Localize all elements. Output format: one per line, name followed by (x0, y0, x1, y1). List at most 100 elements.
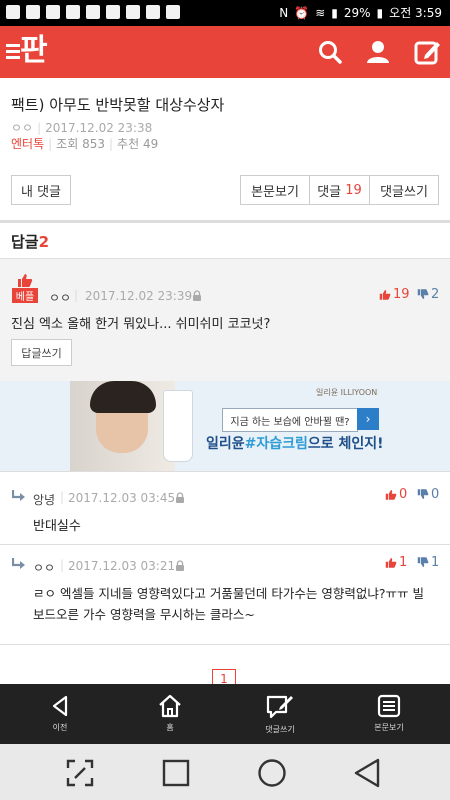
back-icon (52, 695, 68, 717)
upvote-button[interactable]: 1 (385, 555, 407, 570)
comments-label: 댓글 (317, 184, 342, 200)
youtube-icon (146, 5, 160, 19)
comment-text-line: 보드오른 가수 영향력을 무시하는 클라스~ (33, 607, 255, 622)
downvote-button[interactable]: 0 (417, 487, 439, 502)
comment-write-icon (266, 695, 293, 719)
ad-model-hair (90, 381, 156, 413)
ad-brand: 일리윤 ILLIYOON (316, 388, 378, 397)
replies-heading: 답글2 (11, 231, 49, 252)
divider (0, 220, 450, 223)
youtube-icon (126, 5, 140, 19)
view-article-button[interactable]: 본문보기 (240, 175, 309, 205)
battery-icon: ▮ (376, 5, 384, 20)
lock-icon (176, 560, 184, 571)
back-triangle-icon[interactable] (353, 758, 381, 788)
app-header: 판 (0, 26, 450, 78)
divider (0, 471, 450, 472)
separator: | (74, 288, 79, 302)
profile-icon[interactable] (364, 38, 392, 66)
separator: | (60, 558, 65, 572)
signal-icon: ▮ (331, 5, 338, 20)
system-nav-bar (0, 744, 450, 800)
status-bar: N ⏰ ≋ ▮ 29% ▮ 오전 3:59 (0, 0, 450, 26)
nav-article-label: 본문보기 (374, 723, 404, 732)
upvote-count: 19 (393, 287, 410, 302)
comments-button[interactable]: 댓글 19 (309, 175, 369, 205)
nav-home-label: 홈 (166, 723, 174, 732)
reply-arrow-icon (12, 558, 25, 569)
ad-slogan-pre: 일리윤 (206, 436, 245, 452)
chevron-right-icon: › (357, 408, 379, 430)
reply-arrow-icon (12, 490, 25, 501)
replies-label: 답글 (11, 233, 39, 251)
lock-icon (193, 290, 201, 301)
likes-label: 추천 (117, 137, 140, 151)
download-icon (86, 5, 100, 19)
ad-slogan: 일리윤#자습크림으로 체인지! (206, 433, 384, 453)
article-title: 팩트) 아무도 반박못할 대상수상자 (11, 96, 225, 114)
ad-product-tube (163, 390, 193, 462)
separator: | (60, 490, 65, 504)
nav-write-comment[interactable]: 댓글쓰기 (240, 684, 320, 744)
youtube-icon (106, 5, 120, 19)
recents-icon[interactable] (162, 759, 190, 787)
lock-icon (176, 492, 184, 503)
ad-slogan-post: 으로 체인지! (307, 436, 384, 452)
comment-date: 2017.12.03 03:45 (68, 491, 176, 505)
nav-back-label: 이전 (52, 723, 68, 732)
clock: 오전 3:59 (389, 6, 442, 20)
notification-icon (26, 5, 40, 19)
search-icon[interactable] (316, 38, 344, 66)
divider (0, 544, 450, 545)
home-circle-icon[interactable] (257, 758, 287, 788)
reply-button[interactable]: 답글쓰기 (11, 339, 72, 366)
thumbs-down-icon (417, 557, 429, 567)
bottom-nav: 이전 홈 댓글쓰기 본문보기 (0, 684, 450, 744)
screenshot-icon[interactable] (66, 759, 94, 787)
menu-logo[interactable]: 판 (6, 34, 48, 68)
article-author-row: ㅇㅇ | 2017.12.02 23:38 (11, 121, 153, 135)
ad-bubble-text: 지금 하는 보습에 안바뀔 땐? (222, 408, 358, 432)
downvote-button[interactable]: 2 (417, 287, 439, 302)
comment-date: 2017.12.03 03:21 (68, 559, 176, 573)
best-badge: 베플 (12, 288, 38, 303)
write-comment-button[interactable]: 댓글쓰기 (369, 175, 439, 205)
upvote-count: 1 (399, 555, 408, 570)
nav-write-label: 댓글쓰기 (265, 725, 295, 734)
comment-text: 진심 엑소 올해 한거 뭐있나... 쉬미쉬미 코코넛? (11, 317, 271, 332)
menu-icon-line (6, 50, 20, 53)
ad-banner[interactable]: 일리윤 ILLIYOON 지금 하는 보습에 안바뀔 땐? › 일리윤#자습크림… (0, 381, 450, 471)
comment-text-line: ㄹㅇ 엑셀들 지네들 영향력있다고 거품물던데 타가수는 영향력없냐?ㅠㅠ 빌 (33, 586, 424, 601)
downvote-count: 0 (431, 487, 440, 502)
article-icon (377, 694, 401, 718)
instagram-icon (66, 5, 80, 19)
downvote-count: 1 (431, 555, 440, 570)
my-comments-button[interactable]: 내 댓글 (11, 175, 71, 205)
thumbs-up-icon (385, 490, 397, 500)
menu-icon-line (6, 44, 20, 47)
notification-icon (6, 5, 20, 19)
nav-back[interactable]: 이전 (20, 684, 100, 744)
home-icon (159, 694, 181, 718)
status-right: N ⏰ ≋ ▮ 29% ▮ 오전 3:59 (279, 4, 442, 21)
alarm-icon: ⏰ (294, 5, 310, 20)
article-button-group: 본문보기 댓글 19 댓글쓰기 (240, 175, 439, 205)
thumbs-up-icon (18, 274, 33, 287)
nav-home[interactable]: 홈 (130, 684, 210, 744)
comment-author: ㅇㅇ (49, 291, 72, 305)
thumbs-up-icon (385, 558, 397, 568)
upvote-button[interactable]: 0 (385, 487, 407, 502)
thumbs-down-icon (417, 489, 429, 499)
article-stats-row: 엔터톡 | 조회 853 | 추천 49 (11, 137, 159, 151)
comments-count: 19 (345, 182, 362, 198)
downvote-button[interactable]: 1 (417, 555, 439, 570)
upvote-button[interactable]: 19 (379, 287, 410, 302)
upvote-count: 0 (399, 487, 408, 502)
write-icon[interactable] (413, 38, 441, 66)
notification-icon (46, 5, 60, 19)
comment-author: 앙녕 (33, 493, 56, 507)
article-category[interactable]: 엔터톡 (11, 137, 44, 151)
ad-slogan-highlight: #자습크림 (244, 436, 308, 452)
nav-article[interactable]: 본문보기 (349, 684, 429, 744)
download-icon (166, 5, 180, 19)
